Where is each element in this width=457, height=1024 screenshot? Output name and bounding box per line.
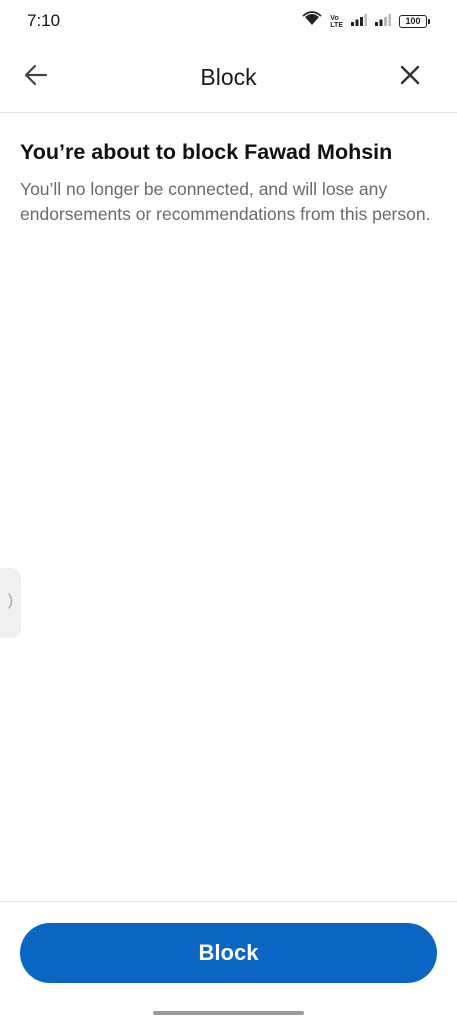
volte-icon: Vo LTE	[330, 15, 343, 29]
top-app-bar: Block	[0, 40, 457, 113]
wifi-icon	[302, 11, 322, 32]
status-bar: 7:10 Vo LTE 100	[0, 0, 457, 40]
volte-top-label: Vo	[330, 14, 339, 22]
block-content: You’re about to block Fawad Mohsin You’l…	[20, 137, 437, 226]
block-description: You’ll no longer be connected, and will …	[20, 179, 431, 224]
edge-panel-handle[interactable]	[0, 568, 21, 638]
block-heading: You’re about to block Fawad Mohsin	[20, 140, 393, 164]
home-indicator[interactable]	[153, 1011, 304, 1015]
close-icon	[400, 65, 420, 90]
battery-level: 100	[405, 16, 421, 26]
block-button[interactable]: Block	[20, 923, 437, 983]
status-time: 7:10	[27, 11, 61, 30]
signal-icon	[375, 13, 391, 31]
page-title: Block	[200, 64, 257, 90]
close-button[interactable]	[393, 60, 427, 94]
battery-icon: 100	[399, 15, 430, 28]
chevron-right-icon	[7, 592, 15, 615]
signal-icon	[351, 13, 367, 31]
status-icons: Vo LTE 100	[302, 11, 430, 32]
footer-divider	[0, 901, 457, 902]
volte-bottom-label: LTE	[330, 21, 343, 29]
